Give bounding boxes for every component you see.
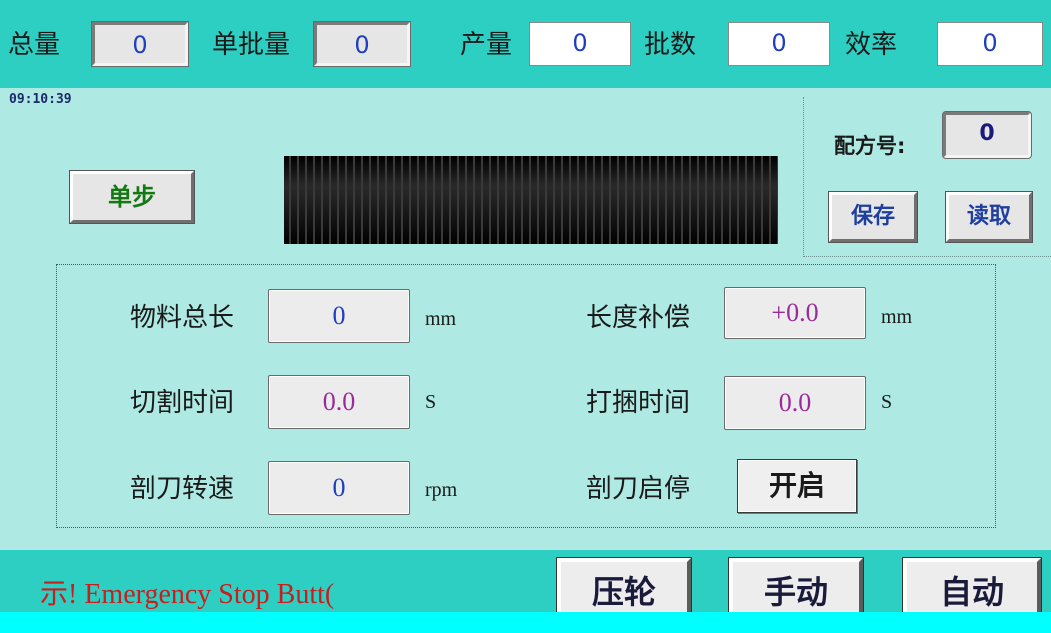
blade-start-button[interactable]: 开启 (737, 459, 857, 513)
bottom-strip (0, 612, 1051, 633)
total-value[interactable]: 0 (91, 21, 189, 67)
bundle-time-unit: S (881, 391, 893, 413)
single-step-button[interactable]: 单步 (69, 170, 195, 224)
batch-count-value: 0 (728, 22, 830, 66)
pipe-svg (284, 156, 778, 244)
blade-start-stop-label: 剖刀启停 (586, 474, 691, 504)
recipe-number-field[interactable]: 0 (942, 111, 1032, 159)
length-comp-unit: mm (881, 306, 913, 328)
material-length-unit: mm (425, 308, 457, 330)
blade-speed-label: 剖刀转速 (130, 474, 235, 504)
bundle-time-label: 打捆时间 (586, 388, 691, 418)
corrugated-pipe-graphic (284, 156, 778, 244)
blade-speed-field[interactable]: 0 (268, 461, 410, 515)
material-length-label: 物料总长 (130, 303, 235, 333)
output-value: 0 (529, 22, 631, 66)
output-label: 产量 (460, 30, 513, 60)
cut-time-unit: S (425, 391, 437, 413)
total-label: 总量 (8, 30, 61, 60)
batch-count-label: 批数 (644, 30, 697, 60)
blade-speed-unit: rpm (425, 479, 458, 501)
cut-time-label: 切割时间 (130, 388, 235, 418)
efficiency-label: 效率 (845, 30, 898, 60)
length-comp-field[interactable]: +0.0 (724, 287, 866, 339)
efficiency-value: 0 (937, 22, 1043, 66)
bundle-time-field[interactable]: 0.0 (724, 376, 866, 430)
alarm-ticker: 示! Emergency Stop Butt( (40, 579, 335, 610)
clock: 09:10:39 (9, 92, 72, 107)
material-length-field[interactable]: 0 (268, 289, 410, 343)
batch-size-value[interactable]: 0 (313, 21, 411, 67)
save-button[interactable]: 保存 (828, 191, 918, 243)
recipe-label: 配方号: (834, 134, 906, 158)
read-button[interactable]: 读取 (945, 191, 1033, 243)
length-comp-label: 长度补偿 (586, 303, 691, 333)
batch-size-label: 单批量 (212, 30, 291, 60)
cut-time-field[interactable]: 0.0 (268, 375, 410, 429)
